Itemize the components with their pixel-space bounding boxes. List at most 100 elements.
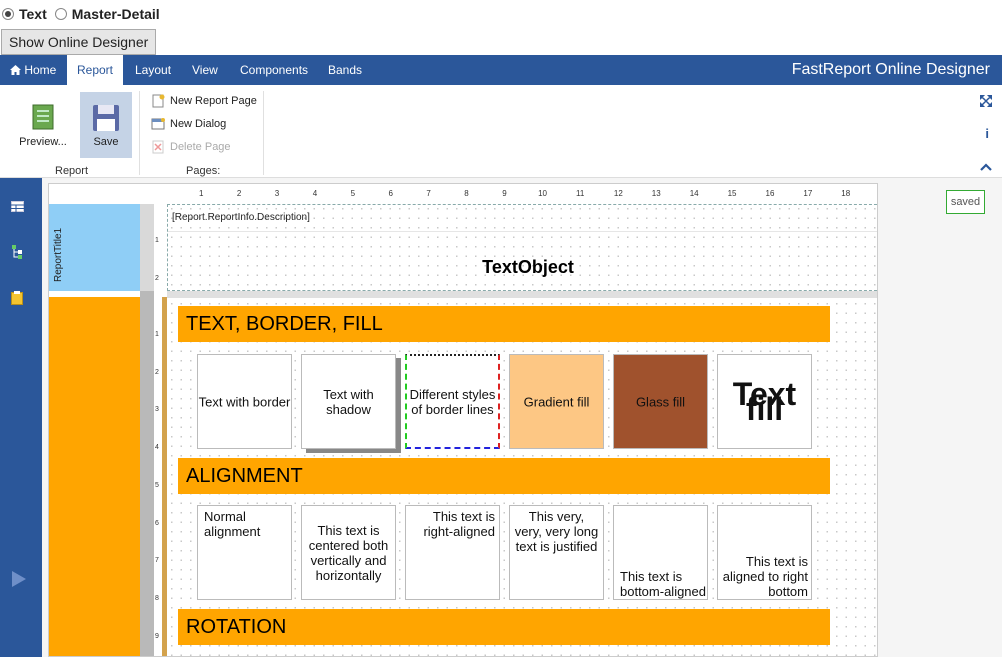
- band-separator: [167, 291, 877, 298]
- report-description-field[interactable]: [Report.ReportInfo.Description]: [172, 212, 310, 223]
- cell-gradient-fill[interactable]: Gradient fill: [509, 354, 604, 449]
- menu-layout[interactable]: Layout: [135, 55, 171, 85]
- show-online-designer-button[interactable]: Show Online Designer: [1, 29, 157, 55]
- cell-normal-alignment[interactable]: Normal alignment: [197, 505, 292, 600]
- menubar: Home Report Layout View Components Bands…: [0, 55, 1002, 85]
- design-workspace: 12345678910111213141516171819 ReportTitl…: [42, 178, 1002, 657]
- pages-group-label: Pages:: [186, 165, 221, 177]
- section-alignment[interactable]: ALIGNMENT: [178, 458, 830, 494]
- ruler-tick-label: 2: [155, 275, 159, 282]
- menu-view[interactable]: View: [192, 55, 218, 85]
- ruler-tick-label: 3: [155, 406, 159, 414]
- ruler-tick-label: 1: [199, 189, 204, 198]
- cell-text-with-border[interactable]: Text with border: [197, 354, 292, 449]
- ruler-tick-label: 15: [727, 189, 737, 198]
- new-dialog-button[interactable]: New Dialog: [151, 115, 226, 133]
- info-icon[interactable]: i: [985, 126, 989, 141]
- menu-bands[interactable]: Bands: [328, 55, 362, 85]
- master-detail-mode-radio[interactable]: [54, 8, 67, 20]
- ruler-tick-label: 1: [155, 237, 159, 244]
- cell-glass-fill[interactable]: Glass fill: [613, 354, 708, 449]
- collapse-ribbon-icon[interactable]: [980, 159, 992, 174]
- cell-centered[interactable]: This text is centered both vertically an…: [301, 505, 396, 600]
- data-band-header[interactable]: [49, 297, 140, 656]
- ruler-tick-label: 2: [155, 368, 159, 376]
- cell-text-with-shadow[interactable]: Text with shadow: [301, 354, 396, 449]
- ruler-tick-label: 13: [651, 189, 661, 198]
- cell-right-aligned[interactable]: This text is right-aligned: [405, 505, 500, 600]
- save-label: Save: [93, 136, 119, 148]
- new-report-page-button[interactable]: New Report Page: [151, 92, 257, 110]
- ruler-tick-label: 4: [312, 189, 318, 198]
- properties-icon[interactable]: [11, 291, 23, 308]
- report-group-label: Report: [55, 165, 89, 177]
- text-object-heading[interactable]: TextObject: [168, 257, 877, 278]
- ruler-tick-label: 5: [350, 189, 356, 198]
- ruler-tick-label: 12: [613, 189, 623, 198]
- ruler-tick-label: 5: [155, 481, 159, 489]
- vertical-ruler: 1 2 1 2 3 4 5 6 7 8 9: [154, 204, 162, 656]
- delete-page-button[interactable]: Delete Page: [151, 138, 231, 156]
- report-title-band-name: ReportTitle1: [53, 227, 64, 282]
- ruler-tick-label: 7: [155, 557, 159, 565]
- ruler-tick-label: 9: [502, 189, 507, 198]
- preview-label: Preview...: [19, 136, 67, 148]
- report-page: [Report.ReportInfo.Description] TextObje…: [167, 204, 877, 656]
- new-page-icon: [151, 94, 165, 108]
- home-icon: [10, 63, 24, 77]
- menu-report[interactable]: Report: [67, 55, 123, 85]
- saved-status-badge: saved: [946, 190, 985, 214]
- ruler-tick-label: 11: [576, 189, 585, 198]
- data-table-icon[interactable]: [11, 200, 24, 215]
- expand-panel-icon[interactable]: [11, 570, 27, 591]
- section-text-border-fill[interactable]: TEXT, BORDER, FILL: [178, 306, 830, 342]
- ribbon-separator: [139, 91, 140, 175]
- ruler-tick-label: 1: [155, 331, 159, 338]
- save-button[interactable]: Save: [80, 92, 132, 158]
- menu-home[interactable]: Home: [10, 55, 56, 85]
- menu-components[interactable]: Components: [240, 55, 308, 85]
- delete-page-label: Delete Page: [170, 141, 231, 153]
- ribbon-separator-2: [263, 91, 264, 175]
- cell-bottom-aligned[interactable]: This text is bottom-aligned: [613, 505, 708, 600]
- ruler-tick-label: 10: [538, 189, 547, 198]
- app-title: FastReport Online Designer: [791, 61, 990, 78]
- ruler-tick-label: 9: [155, 632, 159, 640]
- ruler-tick-label: 2: [236, 189, 242, 198]
- master-detail-mode-label[interactable]: Master-Detail: [72, 6, 160, 22]
- ruler-tick-label: 8: [464, 189, 469, 198]
- section-rotation[interactable]: ROTATION: [178, 609, 830, 645]
- ruler-tick-label: 6: [155, 519, 159, 527]
- horizontal-ruler: 12345678910111213141516171819: [167, 188, 877, 202]
- ruler-tick-label: 17: [803, 189, 813, 198]
- new-dialog-icon: [151, 117, 165, 131]
- preview-button[interactable]: Preview...: [17, 92, 69, 158]
- ruler-tick-label: 16: [765, 189, 775, 198]
- new-dialog-label: New Dialog: [170, 118, 227, 130]
- delete-page-icon: [151, 140, 165, 154]
- report-tree-icon[interactable]: [11, 245, 24, 262]
- fullscreen-icon[interactable]: [979, 94, 993, 110]
- report-title-band[interactable]: [Report.ReportInfo.Description] TextObje…: [167, 204, 877, 291]
- text-mode-label[interactable]: Text: [19, 6, 47, 22]
- band-gutter: [140, 204, 154, 656]
- ruler-tick-label: 4: [155, 444, 159, 452]
- ruler-tick-label: 18: [841, 189, 851, 198]
- cell-text-fill[interactable]: Text fill: [717, 354, 812, 449]
- ruler-tick-label: 3: [274, 189, 280, 198]
- menu-home-label: Home: [24, 63, 57, 77]
- left-toolbar: [0, 178, 42, 657]
- report-canvas: 12345678910111213141516171819 ReportTitl…: [48, 183, 878, 657]
- report-title-band-header[interactable]: ReportTitle1: [49, 204, 140, 291]
- cell-right-bottom[interactable]: This text is aligned to right bottom: [717, 505, 812, 600]
- ribbon: Preview... Save Report New Report Page N…: [0, 85, 1002, 178]
- text-mode-radio[interactable]: [2, 8, 14, 20]
- save-icon: [92, 104, 120, 135]
- mode-selector: Text Master-Detail: [0, 4, 166, 24]
- ruler-tick-label: 14: [689, 189, 699, 198]
- preview-icon: [31, 104, 55, 133]
- cell-border-styles[interactable]: Different styles of border lines: [405, 354, 500, 449]
- cell-justified[interactable]: This very, very, very long text is justi…: [509, 505, 604, 600]
- ruler-tick-label: 7: [426, 189, 431, 198]
- ruler-tick-label: 8: [155, 594, 159, 602]
